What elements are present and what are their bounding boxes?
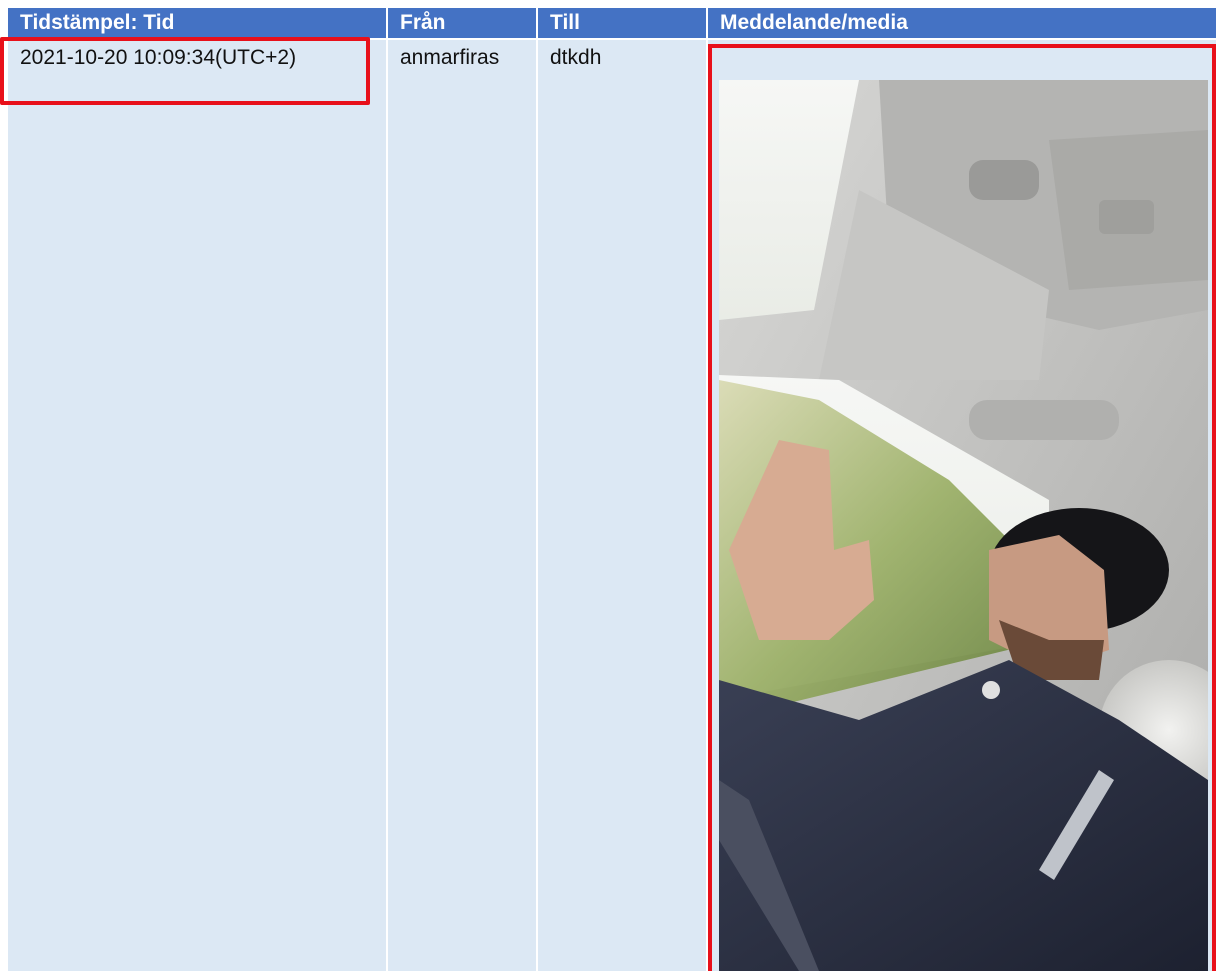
column-header-from[interactable]: Från bbox=[388, 8, 536, 38]
column-header-timestamp[interactable]: Tidstämpel: Tid bbox=[8, 8, 386, 38]
cell-timestamp: 2021-10-20 10:09:34(UTC+2) bbox=[8, 40, 386, 971]
table-header: Tidstämpel: Tid Från Till Meddelande/med… bbox=[8, 8, 1216, 38]
car-interior-photo bbox=[719, 80, 1208, 971]
column-header-message[interactable]: Meddelande/media bbox=[708, 8, 1216, 38]
media-attachment-image[interactable] bbox=[719, 80, 1208, 971]
cell-from: anmarfiras bbox=[388, 40, 536, 971]
cell-to: dtkdh bbox=[538, 40, 706, 971]
column-header-to[interactable]: Till bbox=[538, 8, 706, 38]
